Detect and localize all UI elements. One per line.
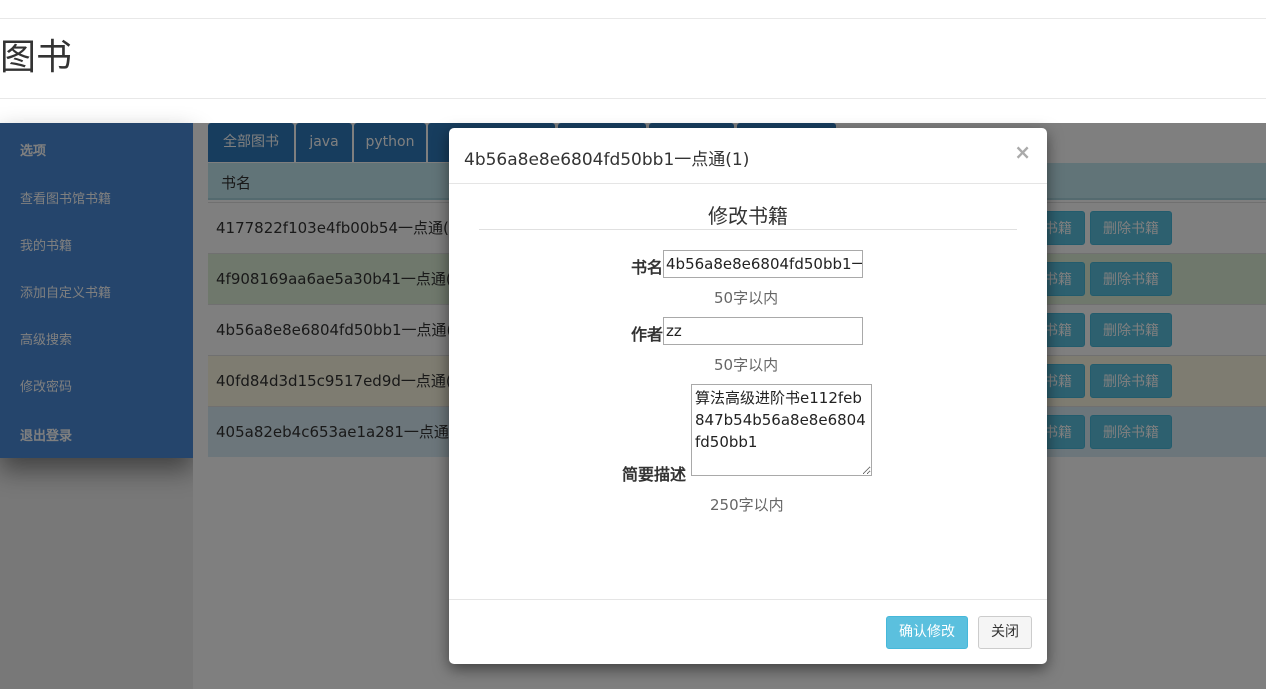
book-name-input[interactable]: 4b56a8e8e6804fd50bb1一点通(1) — [663, 250, 863, 278]
close-icon[interactable]: × — [1014, 140, 1031, 164]
edit-book-modal: 4b56a8e8e6804fd50bb1一点通(1) × 修改书籍 书名 4b5… — [449, 128, 1047, 664]
form-heading: 修改书籍 — [708, 204, 788, 228]
description-hint: 250字以内 — [710, 496, 784, 514]
author-hint: 50字以内 — [714, 356, 779, 374]
page-title: 图书 — [0, 37, 73, 78]
modal-footer: 确认修改 关闭 — [449, 599, 1047, 664]
app-root: 图书 选项 查看图书馆书籍 我的书籍 添加自定义书籍 高级搜索 修改密码 退出登… — [0, 0, 1266, 689]
form-heading-divider — [479, 229, 1017, 230]
description-textarea[interactable]: 算法高级进阶书e112feb847b54b56a8e8e6804fd50bb1 — [691, 384, 872, 476]
author-input[interactable]: zz — [663, 317, 863, 345]
book-name-label: 书名 — [631, 258, 664, 277]
modal-header: 4b56a8e8e6804fd50bb1一点通(1) × — [449, 128, 1047, 184]
book-name-hint: 50字以内 — [714, 289, 779, 307]
confirm-edit-button[interactable]: 确认修改 — [886, 616, 968, 649]
author-label: 作者 — [631, 325, 664, 344]
header-divider — [0, 98, 1266, 99]
description-label: 简要描述 — [622, 465, 687, 484]
top-divider — [0, 18, 1266, 19]
close-modal-button[interactable]: 关闭 — [978, 616, 1032, 649]
modal-title: 4b56a8e8e6804fd50bb1一点通(1) — [464, 150, 750, 170]
